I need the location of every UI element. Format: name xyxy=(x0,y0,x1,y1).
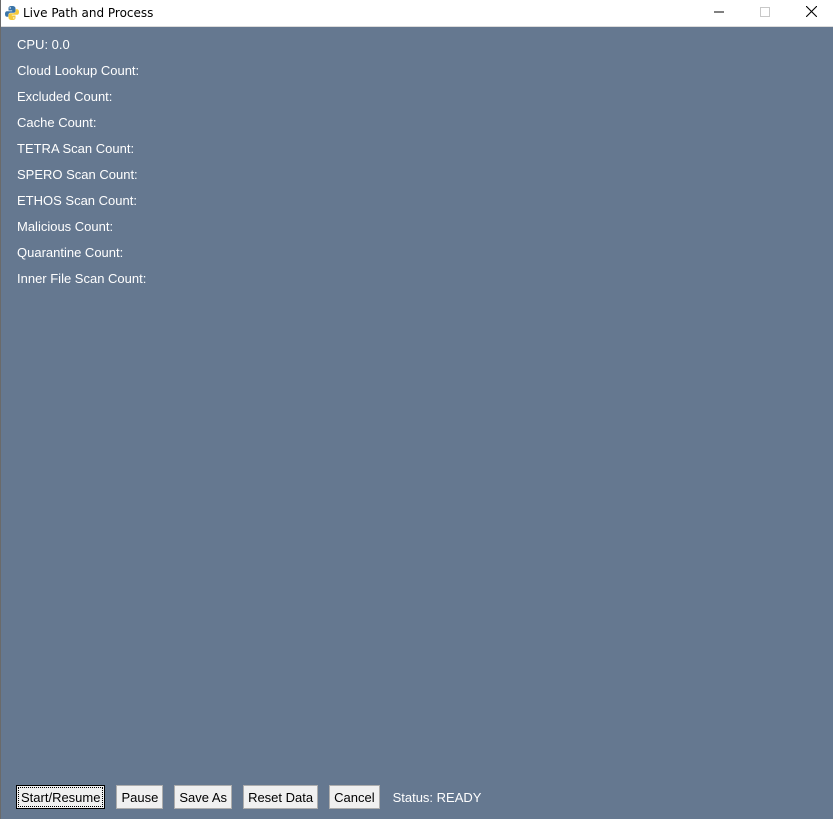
minimize-icon xyxy=(714,4,724,22)
main-panel: CPU: 0.0 Cloud Lookup Count: Excluded Co… xyxy=(1,27,833,819)
window-title: Live Path and Process xyxy=(23,6,154,20)
cloud-lookup-count-label: Cloud Lookup Count: xyxy=(17,63,140,78)
close-icon xyxy=(805,4,817,22)
excluded-count-label: Excluded Count: xyxy=(17,89,113,104)
app-window: Live Path and Process CPU: 0.0 Cloud Loo… xyxy=(0,0,834,819)
ethos-scan-count-label: ETHOS Scan Count: xyxy=(17,193,137,208)
python-icon xyxy=(4,5,20,21)
maximize-button[interactable] xyxy=(742,0,788,26)
spero-scan-count-label: SPERO Scan Count: xyxy=(17,167,138,182)
close-button[interactable] xyxy=(788,0,834,26)
inner-file-scan-count-label: Inner File Scan Count: xyxy=(17,271,147,286)
save-as-button[interactable]: Save As xyxy=(174,785,233,809)
pause-button[interactable]: Pause xyxy=(116,785,164,809)
reset-data-button[interactable]: Reset Data xyxy=(243,785,319,809)
cpu-label: CPU: 0.0 xyxy=(17,37,70,52)
quarantine-count-label: Quarantine Count: xyxy=(17,245,124,260)
stats-list: CPU: 0.0 Cloud Lookup Count: Excluded Co… xyxy=(17,35,146,295)
minimize-button[interactable] xyxy=(696,0,742,26)
cancel-button[interactable]: Cancel xyxy=(329,785,380,809)
malicious-count-label: Malicious Count: xyxy=(17,219,114,234)
status-label: Status: READY xyxy=(392,789,482,805)
tetra-scan-count-label: TETRA Scan Count: xyxy=(17,141,135,156)
button-bar: Start/Resume Pause Save As Reset Data Ca… xyxy=(16,784,481,810)
start-resume-button[interactable]: Start/Resume xyxy=(16,785,106,809)
maximize-icon xyxy=(760,4,770,22)
cache-count-label: Cache Count: xyxy=(17,115,97,130)
title-bar[interactable]: Live Path and Process xyxy=(1,0,833,27)
